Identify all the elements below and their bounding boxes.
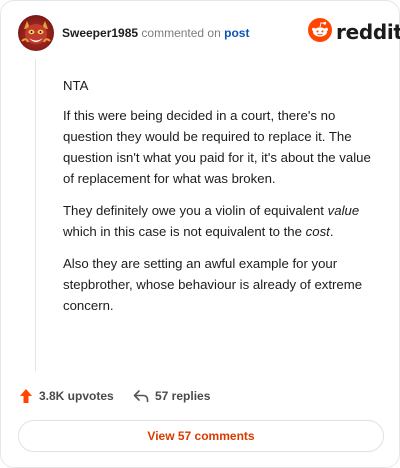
comment-text: which in this case is not equivalent to … [63, 224, 306, 239]
post-link[interactable]: post [224, 26, 249, 40]
reply-count: 57 replies [155, 389, 211, 403]
reply-button[interactable]: 57 replies [133, 386, 210, 406]
upvote-count: 3.8K upvotes [39, 389, 114, 403]
comment-paragraph: NTA [63, 78, 89, 93]
reddit-wordmark: reddit [336, 20, 400, 44]
comment-paragraph: They definitely owe you a violin of equi… [63, 200, 383, 242]
reddit-snoo-icon [308, 18, 332, 42]
reply-arrow-icon [133, 389, 149, 403]
upvote-button[interactable]: 3.8K upvotes [19, 386, 114, 406]
comment-actions: 3.8K upvotes 57 replies [19, 386, 379, 406]
upvote-arrow-icon [19, 388, 33, 404]
username-link[interactable]: Sweeper1985 [62, 26, 138, 40]
comment-paragraph: If this were being decided in a court, t… [63, 108, 371, 186]
avatar[interactable] [18, 15, 54, 51]
byline: Sweeper1985 commented on post [62, 26, 249, 40]
comment-card: Sweeper1985 commented on post reddit NTA… [0, 0, 400, 468]
commented-on-text: commented on [141, 26, 221, 40]
view-comments-button[interactable]: View 57 comments [18, 420, 384, 452]
comment-body: NTA If this were being decided in a cour… [63, 75, 383, 327]
comment-emphasis: cost [305, 224, 330, 239]
comment-text: They definitely owe you a violin of equi… [63, 203, 328, 218]
comment-header: Sweeper1985 commented on post reddit [18, 15, 400, 51]
comment-paragraph: Also they are setting an awful example f… [63, 256, 363, 313]
avatar-image [21, 21, 51, 44]
thread-line [35, 59, 36, 371]
comment-text: . [329, 224, 334, 239]
comment-emphasis: value [327, 203, 360, 218]
reddit-logo[interactable]: reddit [308, 17, 400, 47]
